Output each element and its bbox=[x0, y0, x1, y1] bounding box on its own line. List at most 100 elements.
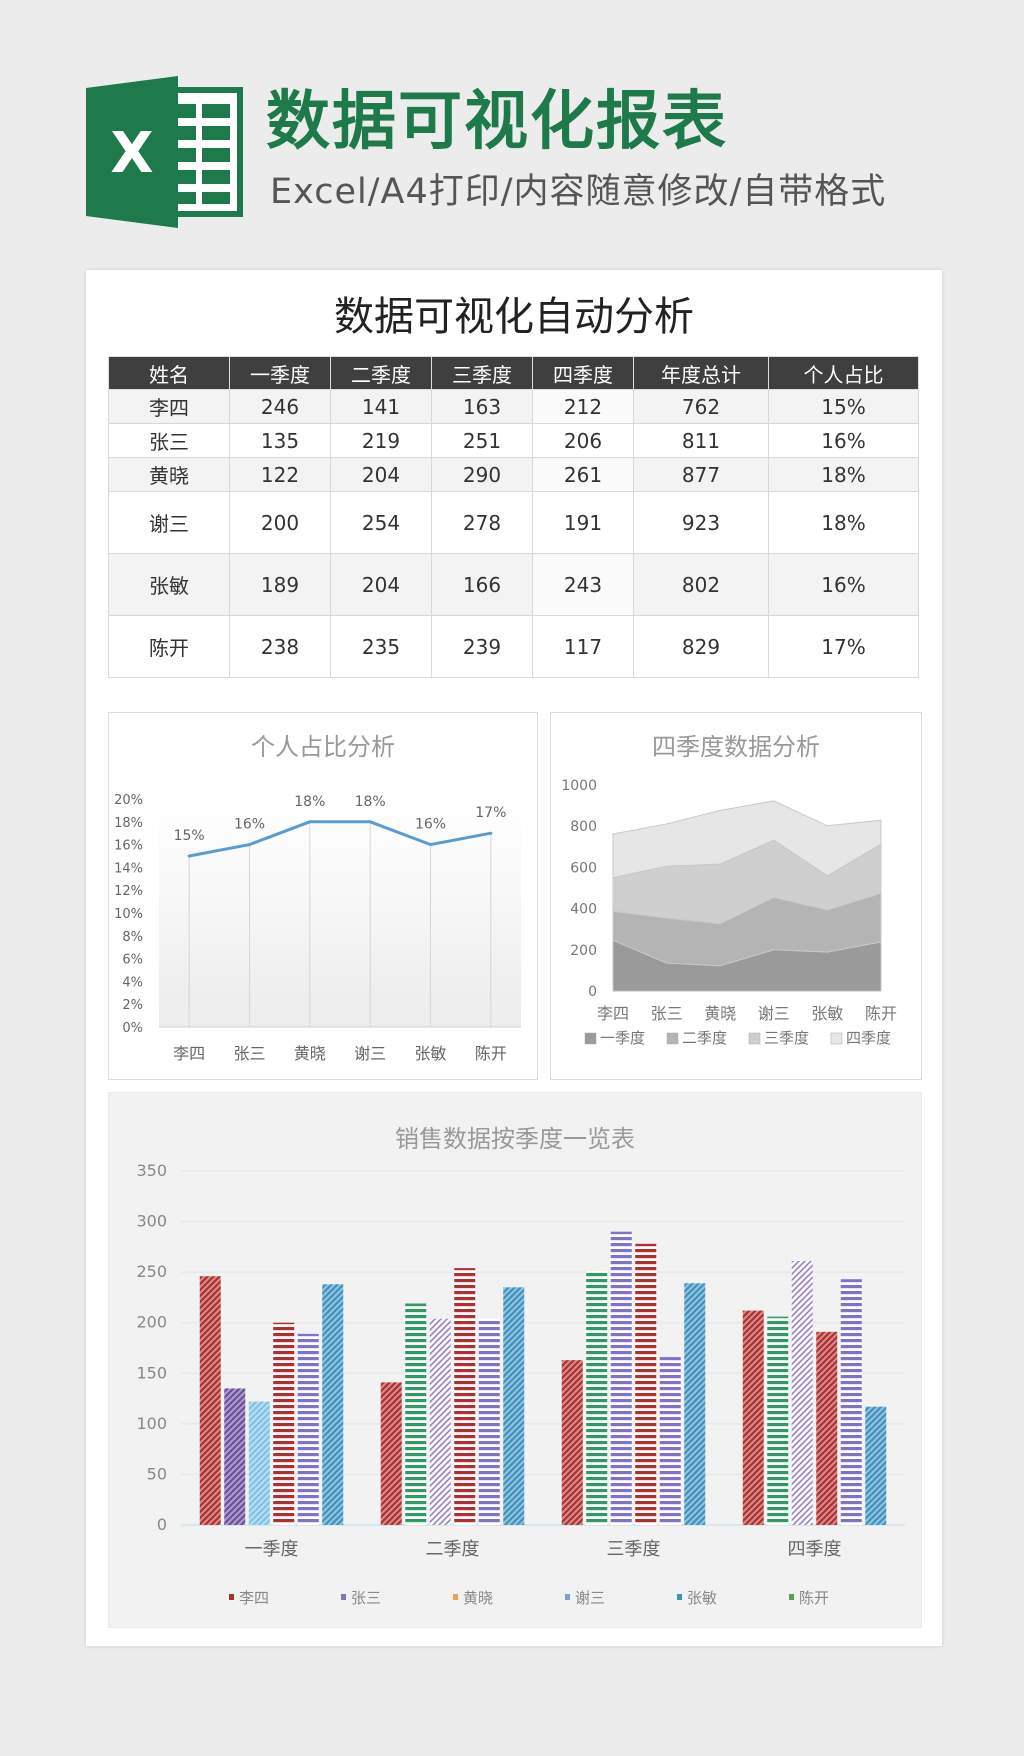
table-cell: 251 bbox=[431, 423, 533, 458]
table-cell: 219 bbox=[330, 423, 432, 458]
bar bbox=[248, 1401, 270, 1525]
x-tick-label: 张敏 bbox=[811, 1004, 843, 1023]
bar bbox=[635, 1243, 657, 1525]
y-tick-label: 400 bbox=[570, 902, 597, 918]
legend-swatch bbox=[789, 1594, 794, 1600]
data-label: 18% bbox=[294, 794, 325, 810]
data-point bbox=[368, 820, 372, 824]
bar bbox=[380, 1382, 402, 1525]
bar bbox=[684, 1283, 706, 1525]
y-tick-label: 4% bbox=[122, 975, 143, 990]
bar-chart-svg: 0 50 100 150 200 250 300 350 一季度 二季度 三季度 四季度李四 张三 黄晓 谢… bbox=[136, 1161, 905, 1607]
table-cell: 877 bbox=[633, 457, 769, 492]
bar bbox=[322, 1284, 344, 1525]
legend-swatch bbox=[453, 1594, 458, 1600]
table-cell: 290 bbox=[431, 457, 533, 492]
legend-label: 一季度 bbox=[600, 1029, 645, 1047]
x-tick-label: 李四 bbox=[597, 1004, 629, 1023]
table-cell: 163 bbox=[431, 389, 533, 424]
bar bbox=[405, 1303, 427, 1525]
bar bbox=[791, 1261, 813, 1525]
table-cell: 16% bbox=[768, 553, 919, 616]
col-header-q4: 四季度 bbox=[532, 356, 634, 390]
x-tick-label: 黄晓 bbox=[704, 1004, 736, 1023]
data-point bbox=[308, 820, 312, 824]
x-tick-label: 张敏 bbox=[414, 1044, 446, 1063]
bar bbox=[767, 1316, 789, 1525]
col-header-q3: 三季度 bbox=[431, 356, 533, 390]
y-tick-label: 14% bbox=[114, 861, 143, 876]
legend-label: 陈开 bbox=[799, 1589, 829, 1607]
table-cell: 17% bbox=[768, 615, 919, 678]
legend-swatch bbox=[830, 1032, 843, 1045]
page-title: 数据可视化报表 bbox=[266, 85, 728, 159]
y-tick-label: 300 bbox=[136, 1212, 167, 1231]
legend-label: 四季度 bbox=[846, 1029, 891, 1047]
legend-swatch bbox=[584, 1032, 597, 1045]
bar bbox=[273, 1322, 295, 1525]
table-cell: 811 bbox=[633, 423, 769, 458]
table-cell-name: 张三 bbox=[108, 423, 230, 458]
bar bbox=[659, 1357, 681, 1525]
bar bbox=[865, 1406, 887, 1525]
bar bbox=[224, 1388, 246, 1525]
col-header-q1: 一季度 bbox=[229, 356, 331, 390]
table-cell: 235 bbox=[330, 615, 432, 678]
legend-label: 黄晓 bbox=[463, 1589, 493, 1607]
data-label: 15% bbox=[174, 828, 205, 844]
table-row: 张敏 189 204 166 243 802 16% bbox=[108, 553, 919, 616]
table-cell-name: 黄晓 bbox=[108, 457, 230, 492]
table-cell: 191 bbox=[532, 491, 634, 554]
x-tick-label: 陈开 bbox=[865, 1004, 897, 1023]
table-cell-name: 谢三 bbox=[108, 491, 230, 554]
data-point bbox=[248, 843, 251, 847]
table-cell: 246 bbox=[229, 389, 331, 424]
legend-swatch bbox=[341, 1594, 346, 1600]
page-subtitle: Excel/A4打印/内容随意修改/自带格式 bbox=[270, 172, 887, 212]
table-cell: 239 bbox=[431, 615, 533, 678]
table-cell: 238 bbox=[229, 615, 331, 678]
bar bbox=[610, 1231, 632, 1525]
table-cell-name: 李四 bbox=[108, 389, 230, 424]
bar bbox=[429, 1318, 451, 1525]
y-tick-label: 10% bbox=[114, 907, 143, 922]
data-label: 18% bbox=[355, 794, 386, 810]
legend-swatch bbox=[748, 1032, 761, 1045]
y-tick-label: 350 bbox=[136, 1161, 167, 1180]
table-cell: 923 bbox=[633, 491, 769, 554]
line-chart-svg: 0% 2% 4% 6% 8% 10% 12% 14% 16% 18% 20% 15% 李四 16% 张三 18… bbox=[114, 793, 521, 1063]
x-tick-label: 黄晓 bbox=[294, 1044, 326, 1063]
y-tick-label: 200 bbox=[136, 1313, 167, 1332]
table-cell: 829 bbox=[633, 615, 769, 678]
table-row: 黄晓 122 204 290 261 877 18% bbox=[108, 457, 919, 492]
bar bbox=[297, 1333, 319, 1525]
x-tick-label: 张三 bbox=[651, 1004, 683, 1023]
table-cell: 204 bbox=[330, 553, 432, 616]
table-cell: 18% bbox=[768, 457, 919, 492]
y-tick-label: 20% bbox=[114, 793, 143, 808]
report-sheet: 数据可视化自动分析 姓名 一季度 二季度 三季度 四季度 年度总计 个人占比 李… bbox=[86, 270, 942, 1646]
sheet-title: 数据可视化自动分析 bbox=[334, 294, 694, 340]
table-cell: 206 bbox=[532, 423, 634, 458]
legend-label: 李四 bbox=[239, 1589, 269, 1607]
y-tick-label: 600 bbox=[570, 860, 597, 876]
x-tick-label: 一季度 bbox=[245, 1539, 299, 1560]
bar bbox=[503, 1287, 525, 1525]
line-plot-area bbox=[159, 799, 521, 1027]
legend-swatch bbox=[229, 1594, 234, 1600]
table-cell: 261 bbox=[532, 457, 634, 492]
x-tick-label: 张三 bbox=[233, 1044, 265, 1063]
table-cell: 122 bbox=[229, 457, 331, 492]
y-tick-label: 150 bbox=[136, 1363, 167, 1382]
table-cell: 135 bbox=[229, 423, 331, 458]
bar bbox=[454, 1268, 476, 1525]
col-header-q2: 二季度 bbox=[330, 356, 432, 390]
y-tick-label: 8% bbox=[122, 930, 143, 945]
y-tick-label: 100 bbox=[136, 1414, 167, 1433]
data-point bbox=[489, 831, 493, 835]
table-cell: 141 bbox=[330, 389, 432, 424]
table-cell: 18% bbox=[768, 491, 919, 554]
legend-label: 谢三 bbox=[575, 1589, 605, 1607]
x-tick-label: 二季度 bbox=[426, 1539, 480, 1560]
legend-swatch bbox=[565, 1594, 570, 1600]
